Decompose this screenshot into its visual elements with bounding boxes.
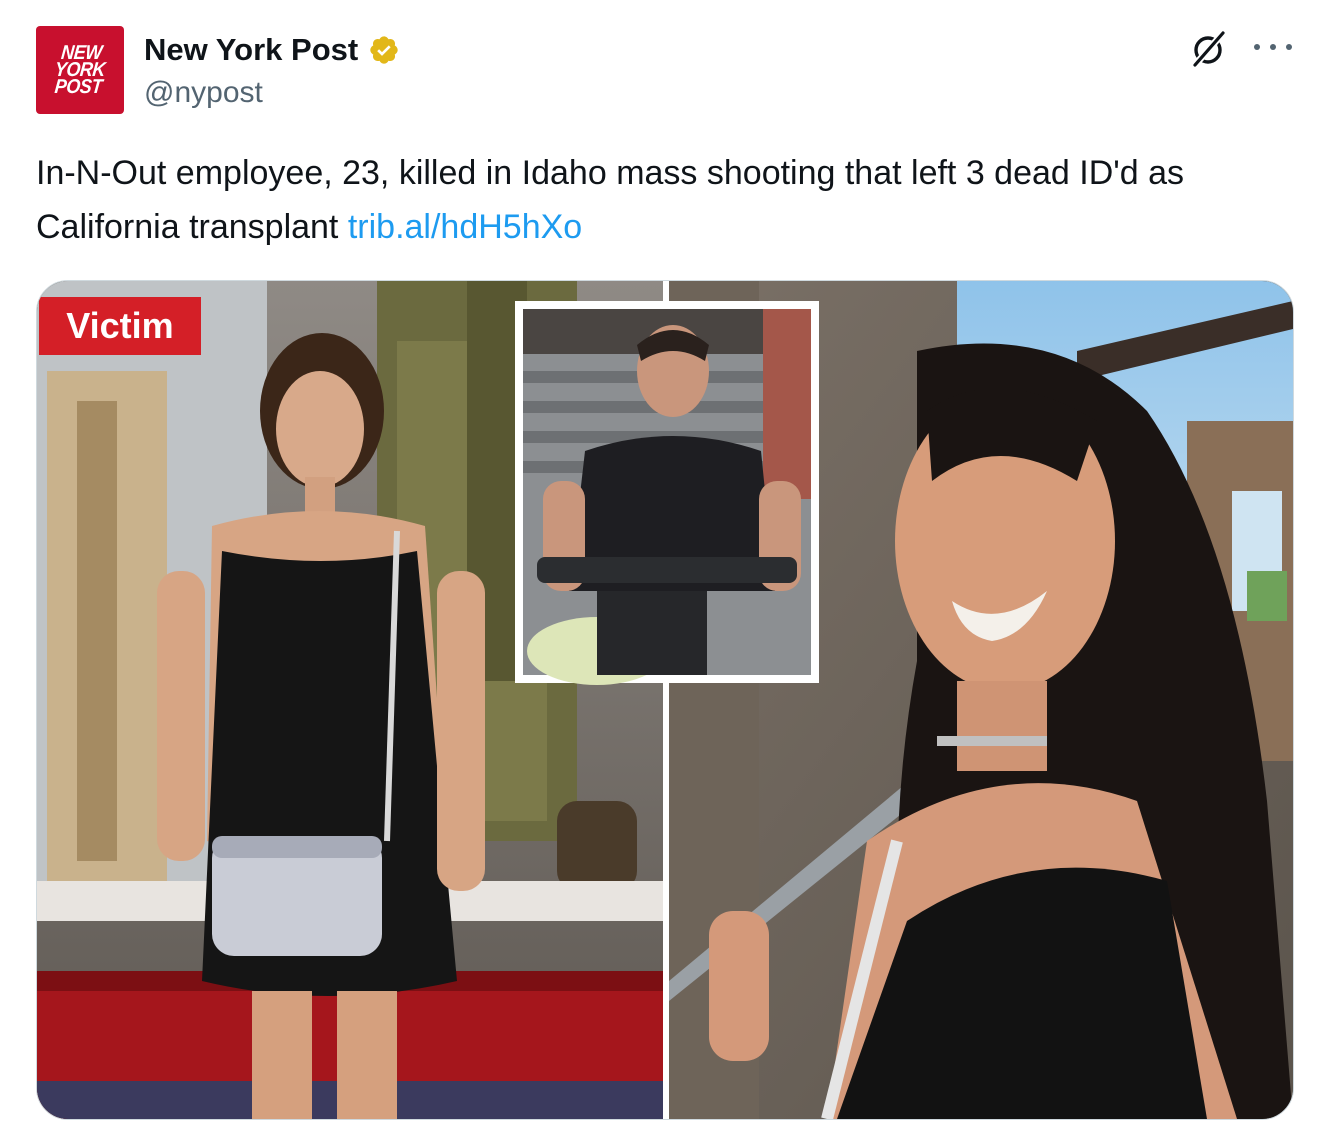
verified-badge-icon — [368, 34, 400, 66]
author-display-name[interactable]: New York Post — [144, 32, 358, 68]
tweet-text: In-N-Out employee, 23, killed in Idaho m… — [36, 146, 1296, 254]
more-dot — [1286, 44, 1292, 50]
more-options-icon[interactable] — [1254, 32, 1292, 62]
tweet-body: In-N-Out employee, 23, killed in Idaho m… — [36, 154, 1185, 246]
grok-icon[interactable] — [1186, 26, 1232, 72]
victim-badge: Victim — [39, 297, 201, 355]
author-handle[interactable]: @nypost — [144, 76, 263, 110]
media-collage-image — [37, 281, 1293, 1119]
inset-photo — [515, 301, 819, 685]
tweet-link[interactable]: trib.al/hdH5hXo — [348, 208, 582, 246]
more-dot — [1254, 44, 1260, 50]
avatar-logo-text: NEW YORK POST — [53, 41, 107, 98]
tweet-media[interactable]: Victim — [36, 280, 1294, 1120]
more-dot — [1270, 44, 1276, 50]
author-name-row: New York Post — [144, 28, 400, 72]
nypost-avatar[interactable]: NEW YORK POST — [36, 26, 124, 114]
